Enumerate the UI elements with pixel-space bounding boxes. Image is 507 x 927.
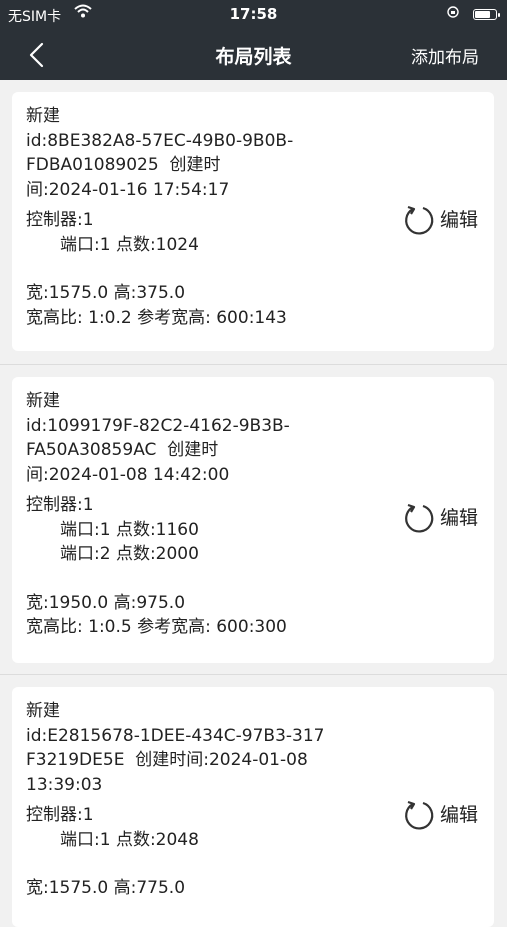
edit-label: 编辑 (439, 208, 478, 231)
edit-label: 编辑 (439, 506, 478, 529)
size-info: 宽:1575.0 高:375.0 (26, 283, 186, 303)
layout-id-line: FDBA01089025 创建时 (26, 155, 221, 175)
layout-name: 新建 (26, 391, 60, 411)
divider (0, 674, 507, 675)
status-bar: 无SIM卡 17:58 (0, 0, 507, 30)
clock: 17:58 (229, 5, 278, 23)
edit-button[interactable]: 编辑 (402, 501, 478, 535)
battery-fill (475, 11, 491, 18)
layout-id-line: 间:2024-01-16 17:54:17 (26, 179, 230, 200)
orientation-lock-icon (447, 6, 459, 21)
size-info: 宽:1575.0 高:775.0 (26, 878, 186, 898)
layout-id-line: 13:39:03 (26, 774, 103, 795)
layout-id-line: FA50A30859AC 创建时 (26, 440, 219, 460)
layout-id-line: id:1099179F-82C2-4162-9B3B- (26, 415, 290, 436)
layout-id-line: id:8BE382A8-57EC-49B0-9B0B- (26, 130, 294, 151)
size-info: 宽:1950.0 高:975.0 (26, 592, 186, 613)
battery-icon (473, 9, 500, 20)
app-header: 无SIM卡 17:58 布局列表 添加布局 (0, 0, 507, 80)
refresh-icon (405, 205, 434, 235)
ratio-info: 宽高比: 1:0.2 参考宽高: 600:143 (26, 307, 287, 328)
add-layout-button[interactable]: 添加布局 (411, 43, 479, 68)
divider (0, 364, 507, 365)
port-info: 端口:2 点数:2000 (60, 544, 199, 564)
layout-card: 新建 id:8BE382A8-57EC-49B0-9B0B- FDBA01089… (12, 92, 494, 351)
layout-id-line: 间:2024-01-08 14:42:00 (26, 464, 230, 485)
ratio-info: 宽高比: 1:0.5 参考宽高: 600:300 (26, 617, 287, 637)
edit-button[interactable]: 编辑 (402, 798, 478, 832)
layout-name: 新建 (26, 106, 60, 126)
layout-id-line: F3219DE5E 创建时间:2024-01-08 (26, 750, 308, 770)
nav-bar: 布局列表 添加布局 (0, 30, 507, 80)
layout-card: 新建 id:E2815678-1DEE-434C-97B3-317 F3219D… (12, 687, 494, 927)
edit-label: 编辑 (439, 803, 478, 826)
layout-name: 新建 (26, 701, 60, 721)
edit-button[interactable]: 编辑 (402, 203, 478, 237)
refresh-icon (405, 800, 434, 830)
layout-id-line: id:E2815678-1DEE-434C-97B3-317 (26, 725, 325, 746)
refresh-icon (405, 503, 434, 533)
layout-card: 新建 id:1099179F-82C2-4162-9B3B- FA50A3085… (12, 377, 494, 663)
